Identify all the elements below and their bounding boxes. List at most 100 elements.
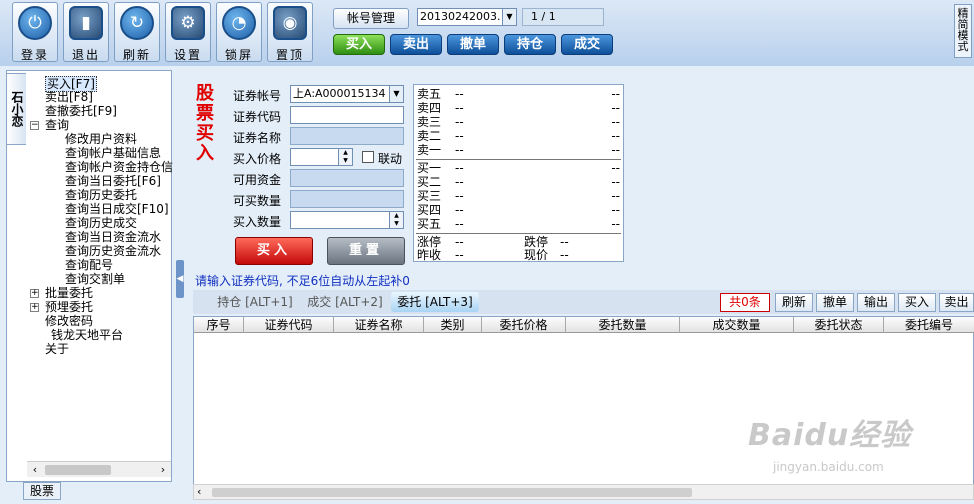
scroll-left-icon[interactable]: ‹ [27,462,43,478]
position-tab-button[interactable]: 持仓 [504,34,556,55]
column-header[interactable]: 成交数量 [680,317,794,333]
quick-buy-button[interactable]: 买入 [898,293,936,312]
tree-item-batch[interactable]: 批量委托 [45,286,93,300]
scroll-left-icon[interactable]: ‹ [197,485,201,499]
scroll-thumb[interactable] [212,488,692,497]
available-funds-field [290,169,404,187]
tree-item-query[interactable]: 查询 [45,118,69,132]
account-select-field[interactable]: 上A:A000015134 ▼ [290,85,404,103]
column-header[interactable]: 委托编号 [884,317,974,333]
lock-screen-button[interactable]: ◔ 锁屏 [216,2,262,62]
pin-top-icon: ◉ [273,6,307,40]
tree-item-query-sub[interactable]: 查询历史资金流水 [65,244,161,258]
table-scrollbar[interactable]: ‹ [193,484,974,500]
chevron-down-icon: ▼ [502,9,516,25]
tab-order[interactable]: 委托 [ALT+3] [391,292,479,312]
column-header[interactable]: 序号 [194,317,244,333]
refresh-icon: ↻ [120,6,154,40]
tree-item-cancel[interactable]: 查撤委托[F9] [45,104,117,118]
sell-tab-button[interactable]: 卖出 [390,34,442,55]
stock-tab[interactable]: 股票 [23,482,61,500]
tree-item-sell[interactable]: 卖出[F8] [45,90,93,104]
quote-row: 卖五 -- -- [417,87,620,101]
quick-sell-button[interactable]: 卖出 [939,293,974,312]
account-manage-button[interactable]: 帐号管理 [333,8,409,29]
left-scrollbar[interactable]: ‹ › [27,461,171,477]
tab-position[interactable]: 持仓 [ALT+1] [213,292,297,312]
label-name: 证券名称 [233,131,282,145]
column-header[interactable]: 证券名称 [334,317,424,333]
pin-top-button[interactable]: ◉ 置顶 [267,2,313,62]
column-header[interactable]: 委托数量 [566,317,680,333]
tab-deal[interactable]: 成交 [ALT+2] [303,292,387,312]
simple-mode-tab[interactable]: 精简模式 [954,4,972,58]
security-name-field [290,127,404,145]
label-qty: 买入数量 [233,215,282,229]
quote-row: 昨收 -- 现价 -- [417,248,569,262]
refresh-button[interactable]: ↻ 刷新 [114,2,160,62]
tree-item-query-sub[interactable]: 查询当日资金流水 [65,230,161,244]
tree-item-query-sub[interactable]: 查询历史成交 [65,216,137,230]
tree-item-query-sub[interactable]: 修改用户资料 [65,132,137,146]
count-badge: 共0条 [720,293,770,312]
tree-item-query-sub[interactable]: 查询配号 [65,258,113,272]
label-account: 证券帐号 [233,89,282,103]
buyable-qty-field [290,190,404,208]
expand-icon[interactable]: + [30,289,39,298]
spinner-icon[interactable]: ▲ ▼ [389,212,403,228]
deal-tab-button[interactable]: 成交 [561,34,613,55]
column-header[interactable]: 委托状态 [794,317,884,333]
link-checkbox[interactable] [362,151,374,163]
vertical-tab[interactable]: 石小恋 [6,73,26,145]
collapse-icon[interactable]: − [30,121,39,130]
exit-icon: ▮ [69,6,103,40]
reset-button[interactable]: 重置 [327,237,405,265]
panel-toggle[interactable]: ◀ [176,260,184,298]
form-title: 股票买入 [196,83,214,164]
price-input[interactable]: ▲ ▼ [290,148,353,166]
tree-item-query-sub[interactable]: 查询当日委托[F6] [65,174,161,188]
login-button[interactable]: ⏻ 登录 [12,2,58,62]
scroll-thumb[interactable] [45,465,111,475]
tree-item-query-sub[interactable]: 查询帐户资金持仓信 [65,160,173,174]
settings-button[interactable]: ⚙ 设置 [165,2,211,62]
security-code-input[interactable] [290,106,404,124]
quote-row: 卖四 -- -- [417,101,620,115]
buy-tab-button[interactable]: 买入 [333,34,385,55]
tree-item-preset[interactable]: 预埋委托 [45,300,93,314]
left-panel: 买入[F7] 卖出[F8] 查撤委托[F9] − 查询 修改用户资料 查询帐户基… [6,70,173,482]
tree-item-password[interactable]: 修改密码 [45,314,93,328]
expand-icon[interactable]: + [30,303,39,312]
cancel-order-button[interactable]: 撤单 [816,293,854,312]
column-header[interactable]: 委托价格 [482,317,566,333]
lock-icon: ◔ [222,6,256,40]
chevron-down-icon: ▼ [389,86,403,102]
cancel-tab-button[interactable]: 撤单 [447,34,499,55]
account-select[interactable]: 20130242003. ▼ [417,8,517,26]
label-buyable: 可买数量 [233,194,282,208]
tree-item-platform[interactable]: 钱龙天地平台 [51,328,123,342]
quote-row: 买一 -- -- [417,161,620,175]
tree-item-query-sub[interactable]: 查询交割单 [65,272,125,286]
spinner-icon[interactable]: ▲ ▼ [338,149,352,165]
top-toolbar: ⏻ 登录 ▮ 退出 ↻ 刷新 ⚙ 设置 ◔ 锁屏 ◉ 置顶 帐号管理 20130242003… [0,0,974,66]
tree-item-query-sub[interactable]: 查询历史委托 [65,188,137,202]
column-header[interactable]: 证券代码 [244,317,334,333]
label-price: 买入价格 [233,152,282,166]
tree-item-about[interactable]: 关于 [45,342,69,356]
quantity-input[interactable]: ▲ ▼ [290,211,404,229]
tree-item-query-sub[interactable]: 查询当日成交[F10] [65,202,169,216]
quote-row: 买五 -- -- [417,217,620,231]
exit-button[interactable]: ▮ 退出 [63,2,109,62]
column-header[interactable]: 类别 [424,317,482,333]
divider [416,159,621,160]
export-button[interactable]: 输出 [857,293,895,312]
settings-icon: ⚙ [171,6,205,40]
quote-row: 卖一 -- -- [417,143,620,157]
scroll-right-icon[interactable]: › [155,462,171,478]
buy-button[interactable]: 买入 [235,237,313,265]
label-funds: 可用资金 [233,173,282,187]
refresh-list-button[interactable]: 刷新 [775,293,813,312]
tree-item-query-sub[interactable]: 查询帐户基础信息 [65,146,161,160]
quote-row: 买四 -- -- [417,203,620,217]
